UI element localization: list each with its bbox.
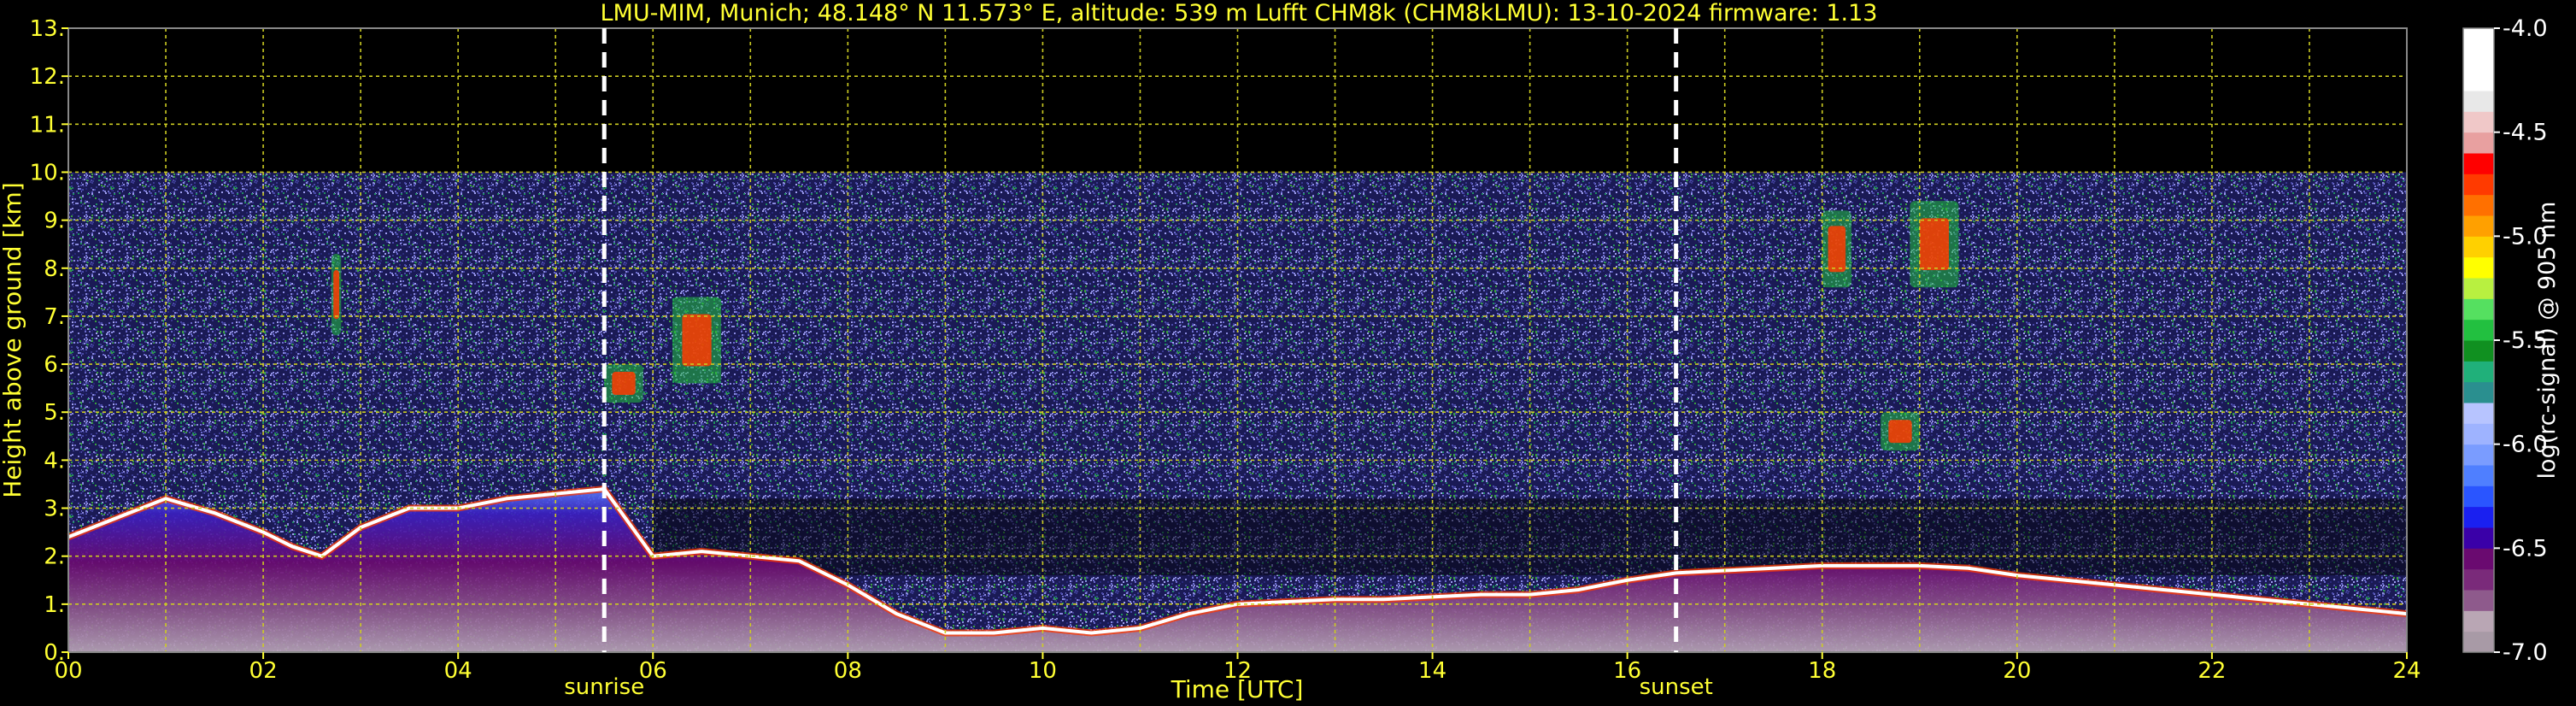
y-tick-label: 13. xyxy=(30,16,65,42)
cloud-core xyxy=(682,314,712,367)
cloud-core xyxy=(1828,226,1846,273)
colorbar-segment xyxy=(2463,319,2494,341)
colorbar-segment xyxy=(2463,28,2494,50)
y-tick-label: 8. xyxy=(44,256,65,282)
y-tick-label: 2. xyxy=(44,544,65,570)
colorbar-segment xyxy=(2463,527,2494,549)
colorbar-segment xyxy=(2463,340,2494,362)
x-tick-label: 08 xyxy=(834,658,862,684)
colorbar xyxy=(2462,27,2495,653)
colorbar-segment xyxy=(2463,49,2494,71)
x-tick-label: 14 xyxy=(1418,658,1446,684)
colorbar-segment xyxy=(2463,153,2494,174)
colorbar-tick-label: -4.5 xyxy=(2503,120,2548,146)
colorbar-segment xyxy=(2463,485,2494,508)
x-axis-label: Time [UTC] xyxy=(1171,675,1304,703)
y-tick-label: 4. xyxy=(44,448,65,474)
colorbar-segment xyxy=(2463,465,2494,486)
colorbar-segment xyxy=(2463,215,2494,237)
colorbar-tick-label: -6.5 xyxy=(2503,535,2548,562)
y-tick-label: 11. xyxy=(30,112,65,138)
x-tick-label: 20 xyxy=(2003,658,2031,684)
ceilometer-chart: LMU-MIM, Munich; 48.148° N 11.573° E, al… xyxy=(0,0,2561,703)
y-tick-label: 5. xyxy=(44,400,65,426)
x-tick-label: 16 xyxy=(1613,658,1641,684)
y-tick-label: 10. xyxy=(30,160,65,185)
y-tick-label: 0. xyxy=(44,640,65,666)
colorbar-segment xyxy=(2463,423,2494,445)
colorbar-segment xyxy=(2463,132,2494,154)
marker-label-sunrise: sunrise xyxy=(564,674,644,700)
colorbar-segment xyxy=(2463,381,2494,403)
y-tick-label: 6. xyxy=(44,352,65,378)
colorbar-segment xyxy=(2463,590,2494,611)
colorbar-segment xyxy=(2463,610,2494,632)
colorbar-label: log(rc-signal) @ 905 nm xyxy=(2534,202,2561,479)
marker-label-sunset: sunset xyxy=(1640,674,1713,700)
x-tick-label: 22 xyxy=(2198,658,2226,684)
colorbar-segment xyxy=(2463,361,2494,383)
colorbar-segment xyxy=(2463,256,2494,279)
colorbar-segment xyxy=(2463,568,2494,591)
y-tick-label: 7. xyxy=(44,304,65,330)
cloud-core xyxy=(1919,218,1950,271)
colorbar-segment xyxy=(2463,91,2494,112)
colorbar-tick-label: -7.0 xyxy=(2503,639,2548,666)
cloud-core xyxy=(1888,420,1912,444)
colorbar-segment xyxy=(2463,194,2494,216)
colorbar-tick-label: -4.0 xyxy=(2503,15,2548,42)
y-axis-label: Height above ground [km] xyxy=(0,182,26,498)
colorbar-segment xyxy=(2463,298,2494,321)
y-tick-label: 3. xyxy=(44,497,65,522)
colorbar-segment xyxy=(2463,174,2494,196)
y-tick-label: 1. xyxy=(44,592,65,618)
colorbar-segment xyxy=(2463,631,2494,653)
x-tick-label: 06 xyxy=(639,658,667,684)
colorbar-segment xyxy=(2463,236,2494,258)
cloud-core xyxy=(612,372,636,396)
colorbar-segment xyxy=(2463,548,2494,570)
cloud-core xyxy=(333,270,340,320)
x-tick-label: 18 xyxy=(1808,658,1836,684)
colorbar-segment xyxy=(2463,69,2494,91)
y-tick-label: 12. xyxy=(30,64,65,90)
x-tick-label: 04 xyxy=(444,658,472,684)
y-tick-label: 9. xyxy=(44,209,65,234)
colorbar-segment xyxy=(2463,403,2494,424)
x-tick-label: 24 xyxy=(2392,658,2421,684)
colorbar-segment xyxy=(2463,278,2494,299)
colorbar-segment xyxy=(2463,506,2494,528)
chart-title: LMU-MIM, Munich; 48.148° N 11.573° E, al… xyxy=(601,0,1878,26)
y-axis-ticks: 0. 1. 2. 3. 4. 5. 6. 7. 8. 9. 10. 11. 12. 13. xyxy=(30,16,68,666)
x-tick-label: 02 xyxy=(249,658,278,684)
x-tick-label: 10 xyxy=(1029,658,1057,684)
colorbar-segment xyxy=(2463,444,2494,466)
colorbar-segment xyxy=(2463,111,2494,133)
